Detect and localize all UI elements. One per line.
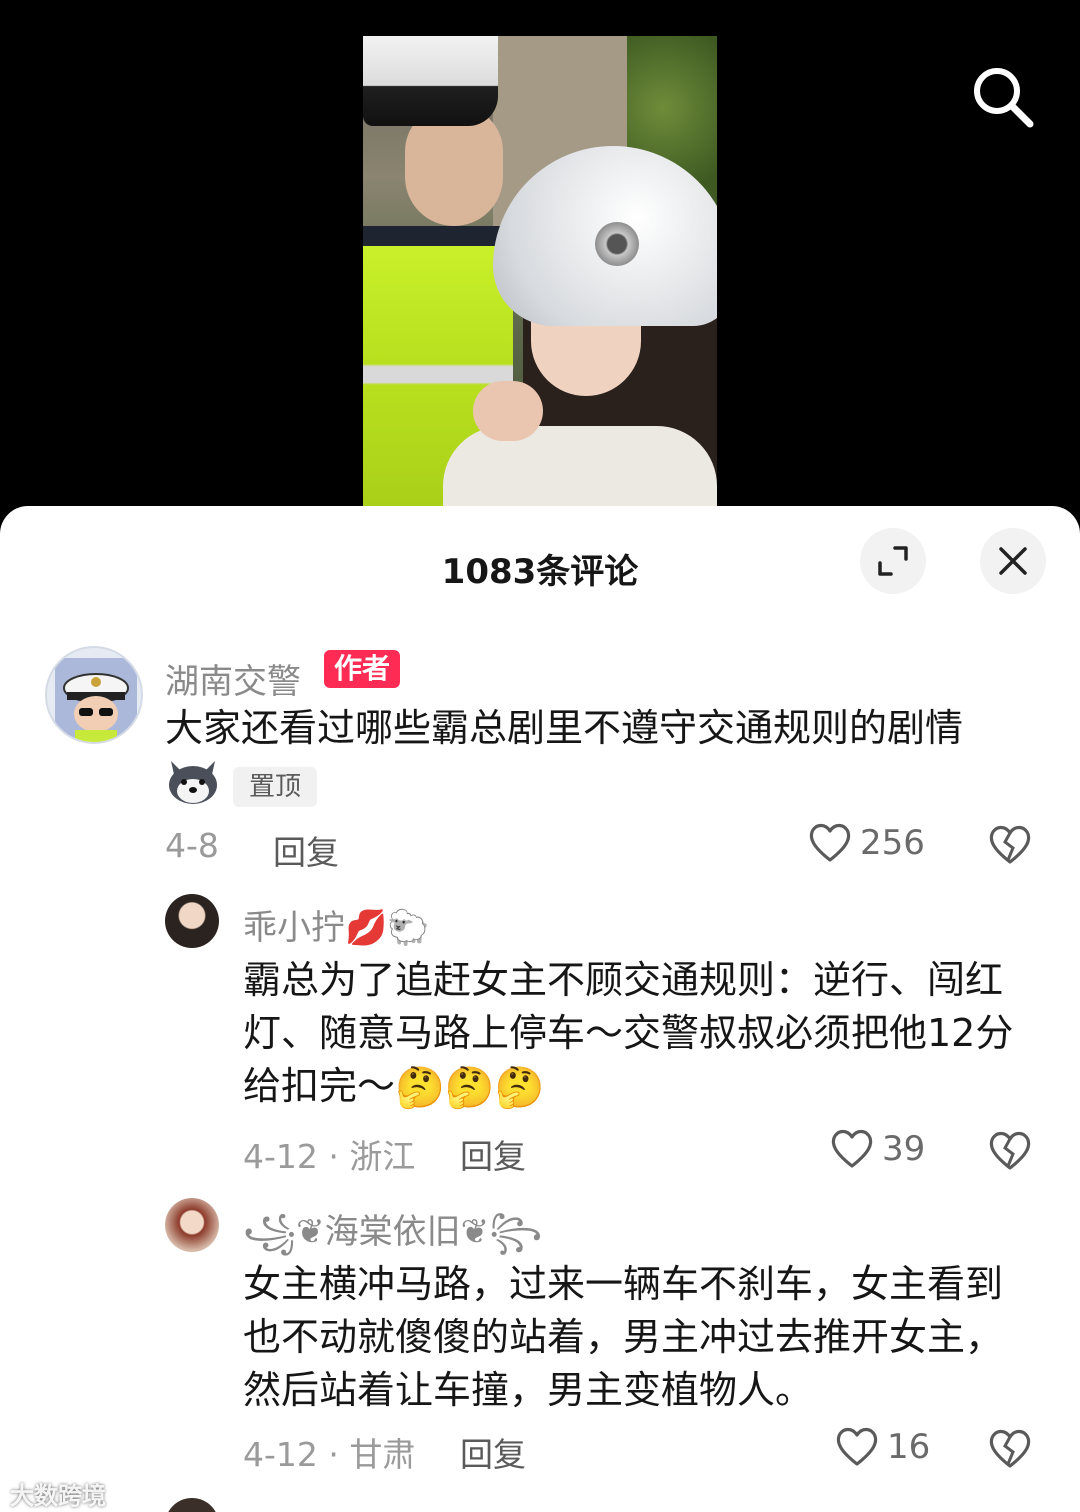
pinned-tag: 置顶 bbox=[233, 767, 318, 807]
comment-date: 4-12 · 甘肃 bbox=[243, 1435, 416, 1474]
search-icon bbox=[974, 68, 1034, 128]
reply-button[interactable]: 回复 bbox=[460, 1428, 526, 1476]
comment-body: 大家还看过哪些霸总剧里不遵守交通规则的剧情 bbox=[165, 706, 964, 750]
expand-button[interactable] bbox=[860, 528, 926, 594]
like-button[interactable]: 256 bbox=[808, 822, 925, 864]
video-sweater bbox=[443, 426, 717, 508]
dislike-button[interactable] bbox=[988, 824, 1032, 870]
dislike-button[interactable] bbox=[988, 1428, 1032, 1474]
username[interactable]: 湖南交警 bbox=[165, 654, 301, 703]
broken-heart-icon bbox=[989, 1429, 1031, 1468]
video-thumbnail[interactable] bbox=[363, 36, 717, 508]
video-officer-cap bbox=[363, 36, 498, 126]
reply-button[interactable]: 回复 bbox=[273, 826, 339, 874]
comments-sheet: 1083条评论 湖南交警 作者 大家还看过哪些霸总剧里不遵守交通规则的剧情置顶 … bbox=[0, 506, 1080, 1512]
expand-icon bbox=[878, 546, 908, 576]
close-button[interactable] bbox=[980, 528, 1046, 594]
comment-text: 霸总为了追赶女主不顾交通规则：逆行、闯红灯、随意马路上停车～交警叔叔必须把他12… bbox=[243, 954, 1038, 1115]
avatar[interactable] bbox=[45, 646, 143, 744]
comment-text: 大家还看过哪些霸总剧里不遵守交通规则的剧情 置顶 bbox=[165, 702, 1005, 819]
comment-body: 女主横冲马路，过来一辆车不刹车，女主看到也不动就傻傻的站着，男主冲过去推开女主，… bbox=[243, 1262, 1004, 1412]
broken-heart-icon bbox=[989, 825, 1031, 864]
video-area bbox=[0, 0, 1080, 530]
comment-date: 4-8 bbox=[165, 826, 219, 865]
heart-icon bbox=[809, 823, 851, 862]
like-count: 16 bbox=[887, 1427, 931, 1467]
username[interactable]: 乖小拧💋🐑 bbox=[243, 900, 430, 949]
dislike-button[interactable] bbox=[988, 1130, 1032, 1176]
thinking-emoji-icon: 🤔🤔🤔 bbox=[395, 1065, 545, 1111]
dog-emoji-icon bbox=[165, 755, 221, 819]
heart-icon bbox=[831, 1129, 873, 1168]
heart-icon bbox=[836, 1427, 878, 1466]
comment-body: 霸总为了追赶女主不顾交通规则：逆行、闯红灯、随意马路上停车～交警叔叔必须把他12… bbox=[243, 958, 1014, 1108]
comment-text: 女主横冲马路，过来一辆车不刹车，女主看到也不动就傻傻的站着，男主冲过去推开女主，… bbox=[243, 1258, 1038, 1417]
like-button[interactable]: 16 bbox=[835, 1426, 930, 1468]
like-count: 256 bbox=[860, 823, 925, 863]
broken-heart-icon bbox=[989, 1131, 1031, 1170]
police-avatar-icon bbox=[55, 658, 137, 742]
search-button[interactable] bbox=[968, 62, 1036, 130]
video-helmet-detail bbox=[595, 222, 639, 266]
avatar[interactable] bbox=[165, 894, 219, 948]
avatar[interactable] bbox=[165, 1198, 219, 1252]
like-button[interactable]: 39 bbox=[830, 1128, 925, 1170]
comment-date: 4-12 · 浙江 bbox=[243, 1137, 416, 1176]
reply-button[interactable]: 回复 bbox=[460, 1130, 526, 1178]
like-count: 39 bbox=[882, 1129, 926, 1169]
video-hand bbox=[473, 381, 543, 441]
close-icon bbox=[999, 547, 1027, 575]
watermark: 大数跨境 bbox=[10, 1482, 106, 1510]
author-badge: 作者 bbox=[324, 650, 401, 688]
